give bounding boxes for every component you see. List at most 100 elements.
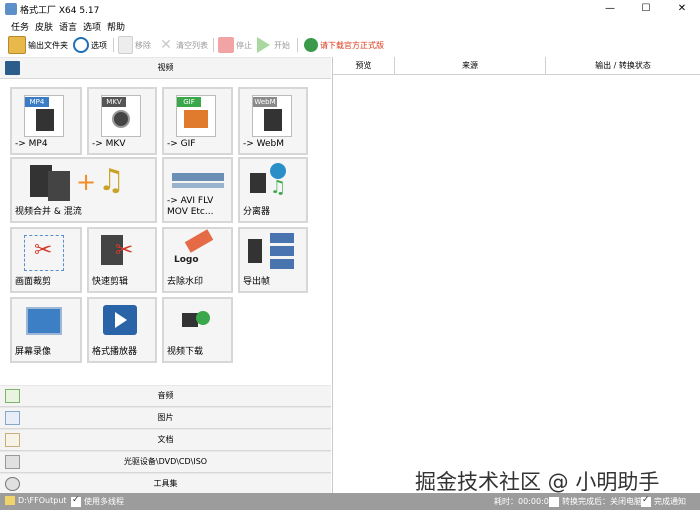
stop-label: 停止 bbox=[236, 40, 252, 50]
music-note-icon: ♫ bbox=[270, 177, 287, 198]
tile-crop-label: 画面裁剪 bbox=[15, 277, 52, 287]
notify-label: 完成通知 bbox=[654, 497, 686, 506]
output-folder-label: 输出文件夹 bbox=[28, 40, 68, 50]
notify-checkbox[interactable]: 完成通知 bbox=[641, 495, 686, 507]
frame-thumbnail-icon bbox=[270, 246, 294, 256]
elapsed-time: 耗时： 00:00:00 bbox=[494, 496, 554, 507]
section-tools[interactable]: 工具集 bbox=[0, 473, 331, 495]
tile-screen-record-label: 屏幕录像 bbox=[15, 347, 52, 357]
video-tools-grid: MP4 -> MP4 MKV -> MKV GIF -> GIF WebM ->… bbox=[10, 87, 330, 387]
scissors-icon: ✂ bbox=[115, 238, 134, 263]
tile-to-mkv[interactable]: MKV -> MKV bbox=[87, 87, 157, 155]
output-path[interactable]: D:\FFOutput bbox=[5, 496, 67, 505]
film-strip-icon bbox=[48, 171, 70, 201]
menu-help[interactable]: 帮助 bbox=[107, 20, 125, 33]
toolbar: 输出文件夹 选项 移除 ✕ 清空列表 停止 开始 请下载官方正式版 bbox=[0, 33, 700, 58]
section-disc-label: 光驱设备\DVD\CD\ISO bbox=[123, 457, 208, 466]
minimize-button[interactable]: — bbox=[592, 0, 628, 18]
tile-video-download[interactable]: 视频下载 bbox=[162, 297, 233, 363]
monitor-icon bbox=[26, 307, 62, 335]
multithread-checkbox[interactable]: 使用多线程 bbox=[71, 495, 124, 507]
tile-to-mkv-label: -> MKV bbox=[92, 139, 126, 149]
logo-text: Logo bbox=[174, 255, 199, 265]
close-button[interactable]: ✕ bbox=[664, 0, 700, 18]
maximize-button[interactable]: ☐ bbox=[628, 0, 664, 18]
mkv-badge: MKV bbox=[102, 97, 126, 107]
tile-to-gif-label: -> GIF bbox=[167, 139, 196, 149]
clear-list-button[interactable]: ✕ 清空列表 bbox=[158, 36, 208, 54]
film-strip-icon bbox=[248, 239, 262, 263]
app-icon bbox=[5, 3, 17, 15]
options-button[interactable]: 选项 bbox=[73, 36, 107, 54]
format-strip-icon bbox=[172, 173, 224, 181]
tile-screen-record[interactable]: 屏幕录像 bbox=[10, 297, 82, 363]
tile-to-webm[interactable]: WebM -> WebM bbox=[238, 87, 308, 155]
task-list[interactable]: 预览 来源 输出 / 转换状态 bbox=[333, 57, 700, 493]
watermark-text: 掘金技术社区 @ 小明助手 bbox=[415, 470, 660, 494]
music-note-icon: ♫ bbox=[98, 163, 125, 198]
tile-export-frames[interactable]: 导出帧 bbox=[238, 227, 308, 293]
remove-icon bbox=[118, 36, 133, 54]
clear-icon: ✕ bbox=[160, 37, 172, 53]
column-output-status[interactable]: 输出 / 转换状态 bbox=[546, 57, 700, 74]
elapsed-label: 耗时： bbox=[494, 497, 518, 506]
tile-quick-clip[interactable]: ✂ 快速剪辑 bbox=[87, 227, 157, 293]
tile-format-player[interactable]: 格式播放器 bbox=[87, 297, 157, 363]
remove-label: 移除 bbox=[135, 40, 151, 50]
tile-splitter-label: 分离器 bbox=[243, 207, 271, 217]
start-button[interactable]: 开始 bbox=[257, 36, 290, 54]
toolbar-divider bbox=[213, 38, 214, 52]
tile-to-webm-label: -> WebM bbox=[243, 139, 285, 149]
after-convert-checkbox[interactable]: 转换完成后：关闭电脑 bbox=[549, 496, 642, 507]
tile-splitter[interactable]: ♫ 分离器 bbox=[238, 157, 308, 223]
section-video[interactable]: 视频 bbox=[0, 57, 331, 79]
folder-icon bbox=[5, 496, 15, 505]
download-official-label: 请下载官方正式版 bbox=[320, 40, 384, 50]
notify-check[interactable] bbox=[641, 495, 651, 507]
menu-task[interactable]: 任务 bbox=[11, 20, 29, 33]
section-disc[interactable]: 光驱设备\DVD\CD\ISO bbox=[0, 451, 331, 473]
tile-quick-clip-label: 快速剪辑 bbox=[92, 277, 129, 287]
column-preview[interactable]: 预览 bbox=[333, 57, 395, 74]
section-audio-label: 音频 bbox=[157, 391, 174, 400]
toolbar-divider bbox=[297, 38, 298, 52]
section-audio[interactable]: 音频 bbox=[0, 385, 331, 407]
category-panel: 视频 MP4 -> MP4 MKV -> MKV GIF -> GIF WebM… bbox=[0, 57, 333, 495]
menu-language[interactable]: 语言 bbox=[59, 20, 77, 33]
menu-options[interactable]: 选项 bbox=[83, 20, 101, 33]
tile-remove-watermark[interactable]: Logo 去除水印 bbox=[162, 227, 233, 293]
output-folder-button[interactable]: 输出文件夹 bbox=[8, 36, 68, 54]
title-bar: 格式工厂 X64 5.17 — ☐ ✕ bbox=[0, 0, 700, 19]
section-tools-label: 工具集 bbox=[153, 479, 178, 488]
status-bar: D:\FFOutput 使用多线程 耗时： 00:00:00 转换完成后：关闭电… bbox=[0, 493, 700, 510]
film-strip-icon bbox=[264, 109, 282, 131]
tile-to-mp4[interactable]: MP4 -> MP4 bbox=[10, 87, 82, 155]
film-strip-icon bbox=[36, 109, 54, 131]
after-convert-check[interactable] bbox=[549, 496, 559, 507]
eraser-icon bbox=[184, 229, 214, 253]
film-strip-icon bbox=[250, 173, 266, 193]
tile-video-download-label: 视频下载 bbox=[167, 347, 204, 357]
section-image-label: 图片 bbox=[157, 413, 174, 422]
globe-icon bbox=[304, 38, 318, 52]
menu-skin[interactable]: 皮肤 bbox=[35, 20, 53, 33]
multithread-check[interactable] bbox=[71, 495, 81, 507]
start-label: 开始 bbox=[274, 40, 290, 50]
remove-button[interactable]: 移除 bbox=[118, 36, 151, 54]
download-icon bbox=[196, 311, 210, 325]
section-image[interactable]: 图片 bbox=[0, 407, 331, 429]
clear-list-label: 清空列表 bbox=[176, 40, 208, 50]
after-convert-label: 转换完成后：关闭电脑 bbox=[562, 497, 642, 506]
download-official-button[interactable]: 请下载官方正式版 bbox=[304, 36, 384, 54]
tile-to-other-formats[interactable]: -> AVI FLV MOV Etc... bbox=[162, 157, 233, 223]
stop-button[interactable]: 停止 bbox=[218, 36, 252, 54]
gif-badge: GIF bbox=[177, 97, 201, 107]
window-title: 格式工厂 X64 5.17 bbox=[20, 6, 100, 16]
format-strip-icon bbox=[172, 183, 224, 188]
tile-to-gif[interactable]: GIF -> GIF bbox=[162, 87, 233, 155]
section-document[interactable]: 文档 bbox=[0, 429, 331, 451]
column-source[interactable]: 来源 bbox=[395, 57, 546, 74]
tile-video-merge-mux[interactable]: + ♫ 视频合并 & 混流 bbox=[10, 157, 157, 223]
multithread-label: 使用多线程 bbox=[84, 497, 124, 506]
tile-crop[interactable]: ✂ 画面裁剪 bbox=[10, 227, 82, 293]
